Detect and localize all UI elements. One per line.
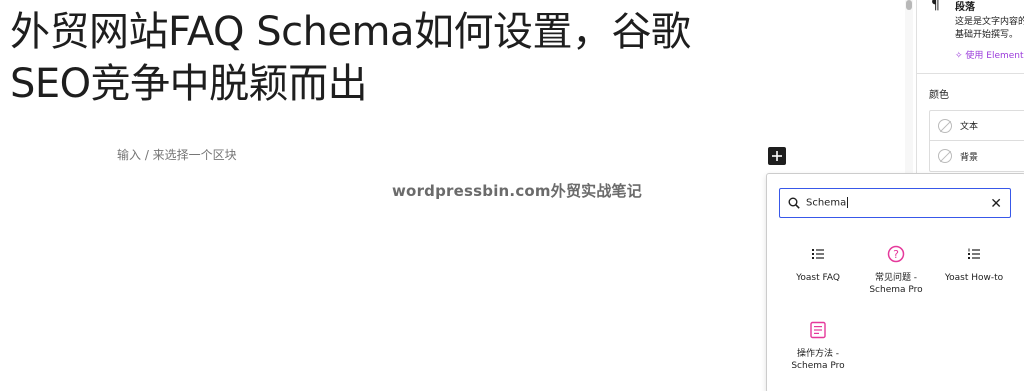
color-text-label: 文本 xyxy=(960,122,979,132)
watermark-text: wordpressbin.com外贸实战笔记 xyxy=(392,182,642,200)
scrollbar-thumb[interactable] xyxy=(906,0,912,10)
ordered-list-icon xyxy=(968,248,980,259)
color-settings-panel: 文本 背景 xyxy=(929,110,1024,172)
block-description: 这是是文字内容的基 基础开始撰写。 xyxy=(955,16,1024,42)
list-icon xyxy=(812,249,824,259)
empty-swatch-icon xyxy=(938,118,952,133)
search-value: Schema xyxy=(806,197,849,209)
color-background-label: 背景 xyxy=(960,152,979,163)
block-result-label: Yoast FAQ xyxy=(796,273,840,283)
howto-doc-icon xyxy=(810,321,826,339)
post-title-line-2: SEO竞争中脱颖而出 xyxy=(10,61,368,107)
add-block-button[interactable] xyxy=(768,147,786,165)
block-inserter-popover: Schema ✕ Yoast FAQ ? 常见问题 - Schema Pro Y… xyxy=(766,173,1024,391)
block-result-label: 操作方法 - Schema Pro xyxy=(791,349,845,371)
color-heading: 颜色 xyxy=(929,90,949,101)
search-icon xyxy=(788,197,800,209)
block-result-yoast-faq[interactable]: Yoast FAQ xyxy=(779,244,857,284)
use-element-link[interactable]: ✧ 使用 Element xyxy=(955,48,1024,61)
block-result-label: 常见问题 - Schema Pro xyxy=(869,273,923,295)
block-search-input[interactable]: Schema ✕ xyxy=(779,188,1011,218)
svg-text:?: ? xyxy=(893,248,899,261)
block-description-line-1: 这是是文字内容的基 xyxy=(955,17,1024,27)
block-result-label: Yoast How-to xyxy=(944,273,1004,283)
color-text-option[interactable]: 文本 xyxy=(930,111,1024,141)
block-result-howto-schema-pro[interactable]: 操作方法 - Schema Pro xyxy=(779,320,857,372)
use-element-label: 使用 Element xyxy=(965,51,1024,61)
sidebar-divider xyxy=(917,73,1024,74)
question-circle-icon: ? xyxy=(887,245,905,263)
empty-swatch-icon xyxy=(938,149,952,163)
paragraph-icon: ¶ xyxy=(931,0,940,13)
post-title-line-1: 外贸网站FAQ Schema如何设置，谷歌 xyxy=(10,9,691,55)
sparkle-icon: ✧ xyxy=(955,51,963,61)
block-result-yoast-howto[interactable]: Yoast How-to xyxy=(935,244,1013,284)
post-title[interactable]: 外贸网站FAQ Schema如何设置，谷歌 SEO竞争中脱颖而出 xyxy=(10,6,830,110)
color-background-option[interactable]: 背景 xyxy=(930,141,1024,171)
close-icon[interactable]: ✕ xyxy=(990,196,1002,210)
block-title: 段落 xyxy=(955,2,975,13)
plus-icon xyxy=(772,151,782,161)
block-placeholder[interactable]: 输入 / 来选择一个区块 xyxy=(117,146,237,163)
block-description-line-2: 基础开始撰写。 xyxy=(955,30,1019,40)
block-result-faq-schema-pro[interactable]: ? 常见问题 - Schema Pro xyxy=(857,244,935,296)
